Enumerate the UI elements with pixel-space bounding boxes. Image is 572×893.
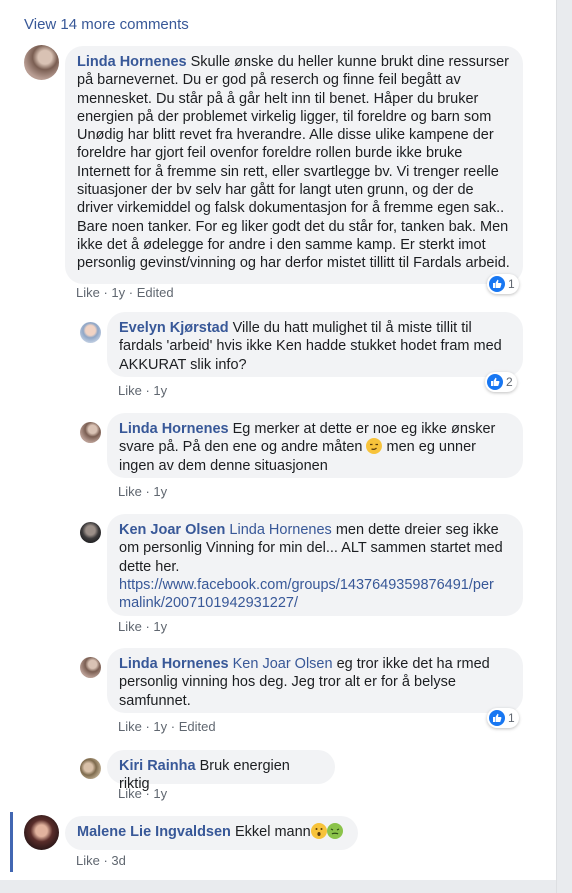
comment-meta: Like · 1y · Edited xyxy=(118,719,216,734)
like-link[interactable]: Like xyxy=(76,285,100,300)
comment-time[interactable]: 1y xyxy=(153,619,167,634)
like-link[interactable]: Like xyxy=(118,484,142,499)
comment-time[interactable]: 1y xyxy=(111,285,125,300)
comment-time[interactable]: 1y xyxy=(153,786,167,801)
comment-time[interactable]: 3d xyxy=(111,853,125,868)
nauseated-emoji-icon xyxy=(326,823,343,839)
comment-time[interactable]: 1y xyxy=(153,484,167,499)
comment-bubble: Linda Hornenes Skulle ønske du heller ku… xyxy=(65,46,523,284)
comment-meta: Like · 1y xyxy=(118,786,168,801)
mention-tag[interactable]: Ken Joar Olsen xyxy=(233,656,333,672)
avatar[interactable] xyxy=(80,758,101,779)
comment-text: Skulle ønske du heller kunne brukt dine … xyxy=(77,54,510,272)
reply-bubble: Linda Hornenes Eg merker at dette er noe… xyxy=(107,413,523,478)
comment-meta: Like · 1y xyxy=(118,383,168,398)
highlight-bar xyxy=(10,812,13,872)
reaction-number: 1 xyxy=(508,711,515,725)
comment-author[interactable]: Ken Joar Olsen xyxy=(119,522,225,538)
comment-author[interactable]: Linda Hornenes xyxy=(119,656,229,672)
reaction-count[interactable]: 1 xyxy=(487,708,519,728)
avatar[interactable] xyxy=(24,815,59,850)
page-background-strip xyxy=(0,880,556,893)
like-reaction-icon xyxy=(489,710,505,726)
comment-bubble: Malene Lie Ingvaldsen Ekkel mann xyxy=(65,816,358,850)
comment-author[interactable]: Evelyn Kjørstad xyxy=(119,320,229,336)
post-link[interactable]: malink/2007101942931227/ xyxy=(119,595,298,611)
edited-label[interactable]: Edited xyxy=(179,719,216,734)
avatar[interactable] xyxy=(80,522,101,543)
reaction-count[interactable]: 1 xyxy=(487,274,519,294)
like-link[interactable]: Like xyxy=(118,719,142,734)
reply-bubble: Kiri Rainha Bruk energien riktig xyxy=(107,750,335,792)
smirk-emoji-icon xyxy=(366,438,383,455)
view-more-comments-link[interactable]: View 14 more comments xyxy=(24,16,189,33)
avatar[interactable] xyxy=(24,45,59,80)
like-reaction-icon xyxy=(489,276,505,292)
hushed-emoji-icon xyxy=(310,823,327,839)
comment-author[interactable]: Linda Hornenes xyxy=(77,54,187,70)
edited-label[interactable]: Edited xyxy=(137,285,174,300)
comments-panel: View 14 more comments Linda Hornenes Sku… xyxy=(0,0,557,893)
comment-author[interactable]: Linda Hornenes xyxy=(119,421,229,437)
like-link[interactable]: Like xyxy=(118,786,142,801)
reaction-number: 2 xyxy=(506,375,513,389)
comment-time[interactable]: 1y xyxy=(153,383,167,398)
reply-bubble: Evelyn Kjørstad Ville du hatt mulighet t… xyxy=(107,312,523,377)
comment-meta: Like · 1y · Edited xyxy=(76,285,174,300)
comment-meta: Like · 1y xyxy=(118,484,168,499)
comment-meta: Like · 1y xyxy=(118,619,168,634)
like-reaction-icon xyxy=(487,374,503,390)
reaction-number: 1 xyxy=(508,277,515,291)
like-link[interactable]: Like xyxy=(118,619,142,634)
comment-meta: Like · 3d xyxy=(76,853,126,868)
avatar[interactable] xyxy=(80,422,101,443)
reply-bubble: Linda Hornenes Ken Joar Olsen eg tror ik… xyxy=(107,648,523,713)
avatar[interactable] xyxy=(80,322,101,343)
reply-bubble: Ken Joar Olsen Linda Hornenes men dette … xyxy=(107,514,523,616)
mention-tag[interactable]: Linda Hornenes xyxy=(229,522,331,538)
like-link[interactable]: Like xyxy=(76,853,100,868)
comment-time[interactable]: 1y xyxy=(153,719,167,734)
post-link[interactable]: https://www.facebook.com/groups/14376493… xyxy=(119,577,494,593)
comment-text: Ekkel mann xyxy=(234,824,311,840)
comment-author[interactable]: Kiri Rainha xyxy=(119,758,196,774)
like-link[interactable]: Like xyxy=(118,383,142,398)
reaction-count[interactable]: 2 xyxy=(485,372,517,392)
comment-author[interactable]: Malene Lie Ingvaldsen xyxy=(77,824,231,840)
avatar[interactable] xyxy=(80,657,101,678)
